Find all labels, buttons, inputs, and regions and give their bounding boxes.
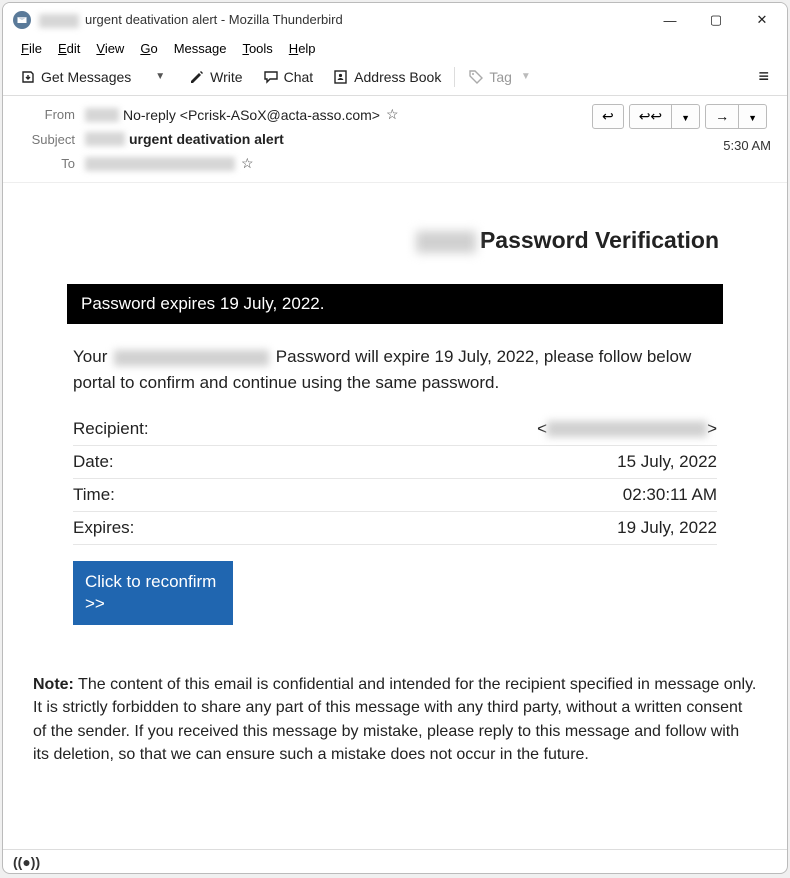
redacted-text	[547, 421, 707, 437]
row-expires: Expires: 19 July, 2022	[73, 512, 717, 545]
message-time: 5:30 AM	[723, 138, 771, 153]
redacted-text	[114, 350, 269, 366]
chat-button[interactable]: Chat	[256, 65, 321, 89]
app-window: urgent deativation alert - Mozilla Thund…	[2, 2, 788, 874]
email-title: Password Verification	[67, 227, 723, 254]
chat-icon	[263, 69, 279, 85]
star-icon[interactable]: ☆	[241, 155, 254, 172]
menu-view[interactable]: View	[90, 39, 130, 58]
intro-paragraph: Your Password will expire 19 July, 2022,…	[73, 344, 717, 395]
write-button[interactable]: Write	[182, 65, 249, 89]
window-controls: — ▢ ✕	[647, 4, 785, 36]
recipient-value: < >	[537, 419, 717, 439]
message-actions: ↩ ↩↩ ▼ → ▼	[593, 104, 773, 129]
menu-edit[interactable]: Edit	[52, 39, 86, 58]
star-icon[interactable]: ☆	[386, 106, 399, 123]
email-card: Password Verification Password expires 1…	[67, 227, 723, 635]
redacted-text	[85, 132, 125, 146]
expires-label: Expires:	[73, 518, 134, 538]
subject-label: Subject	[17, 132, 75, 147]
row-recipient: Recipient: < >	[73, 413, 717, 446]
date-value: 15 July, 2022	[617, 452, 717, 472]
to-label: To	[17, 156, 75, 171]
row-time: Time: 02:30:11 AM	[73, 479, 717, 512]
time-label: Time:	[73, 485, 115, 505]
note-paragraph: Note: The content of this email is confi…	[33, 673, 757, 766]
redacted-text	[416, 231, 476, 253]
menu-help[interactable]: Help	[283, 39, 322, 58]
menu-message[interactable]: Message	[168, 39, 233, 58]
reply-all-button[interactable]: ↩↩	[629, 104, 672, 129]
message-body: Password Verification Password expires 1…	[3, 183, 787, 849]
menu-icon: ≡	[758, 66, 769, 86]
window-title: urgent deativation alert - Mozilla Thund…	[39, 12, 647, 28]
time-value: 02:30:11 AM	[623, 485, 717, 505]
address-book-button[interactable]: Address Book	[326, 65, 448, 89]
menu-file[interactable]: File	[15, 39, 48, 58]
note-label: Note:	[33, 676, 74, 693]
to-value: ☆	[85, 155, 254, 172]
reply-button[interactable]: ↩	[592, 104, 624, 129]
tag-button[interactable]: Tag ▼	[461, 65, 541, 89]
recipient-label: Recipient:	[73, 419, 149, 439]
row-date: Date: 15 July, 2022	[73, 446, 717, 479]
minimize-button[interactable]: —	[647, 4, 693, 36]
forward-button[interactable]: →	[705, 104, 739, 129]
from-value: No-reply <Pcrisk-ASoX@acta-asso.com> ☆	[85, 106, 399, 123]
close-button[interactable]: ✕	[739, 4, 785, 36]
tag-icon	[468, 69, 484, 85]
redacted-text	[85, 108, 119, 122]
titlebar: urgent deativation alert - Mozilla Thund…	[3, 3, 787, 37]
get-messages-button[interactable]: Get Messages	[13, 65, 138, 89]
maximize-button[interactable]: ▢	[693, 4, 739, 36]
subject-value: urgent deativation alert	[85, 131, 284, 147]
menu-tools[interactable]: Tools	[236, 39, 278, 58]
reply-all-icon: ↩↩	[639, 108, 662, 124]
menubar: File Edit View Go Message Tools Help	[3, 37, 787, 60]
pencil-icon	[189, 69, 205, 85]
thunderbird-icon	[13, 11, 31, 29]
from-label: From	[17, 107, 75, 122]
get-messages-dropdown[interactable]: ▼	[144, 67, 176, 86]
address-book-icon	[333, 69, 349, 85]
reply-all-dropdown[interactable]: ▼	[671, 104, 700, 129]
redacted-text	[39, 14, 79, 28]
forward-icon: →	[715, 108, 729, 124]
redacted-text	[85, 157, 235, 171]
expiry-banner: Password expires 19 July, 2022.	[67, 284, 723, 324]
forward-dropdown[interactable]: ▼	[738, 104, 767, 129]
menu-go[interactable]: Go	[134, 39, 163, 58]
expires-value: 19 July, 2022	[617, 518, 717, 538]
header-to-row: To ☆	[17, 151, 773, 176]
app-menu-button[interactable]: ≡	[750, 64, 777, 89]
date-label: Date:	[73, 452, 114, 472]
statusbar: ((●))	[3, 849, 787, 873]
separator	[454, 67, 455, 87]
reply-icon: ↩	[602, 108, 614, 124]
activity-icon: ((●))	[13, 854, 40, 870]
header-subject-row: Subject urgent deativation alert	[17, 127, 773, 151]
toolbar: Get Messages ▼ Write Chat Address Book	[3, 60, 787, 96]
download-icon	[20, 69, 36, 85]
reconfirm-button[interactable]: Click to reconfirm >>	[73, 561, 233, 625]
message-headers: From No-reply <Pcrisk-ASoX@acta-asso.com…	[3, 96, 787, 183]
